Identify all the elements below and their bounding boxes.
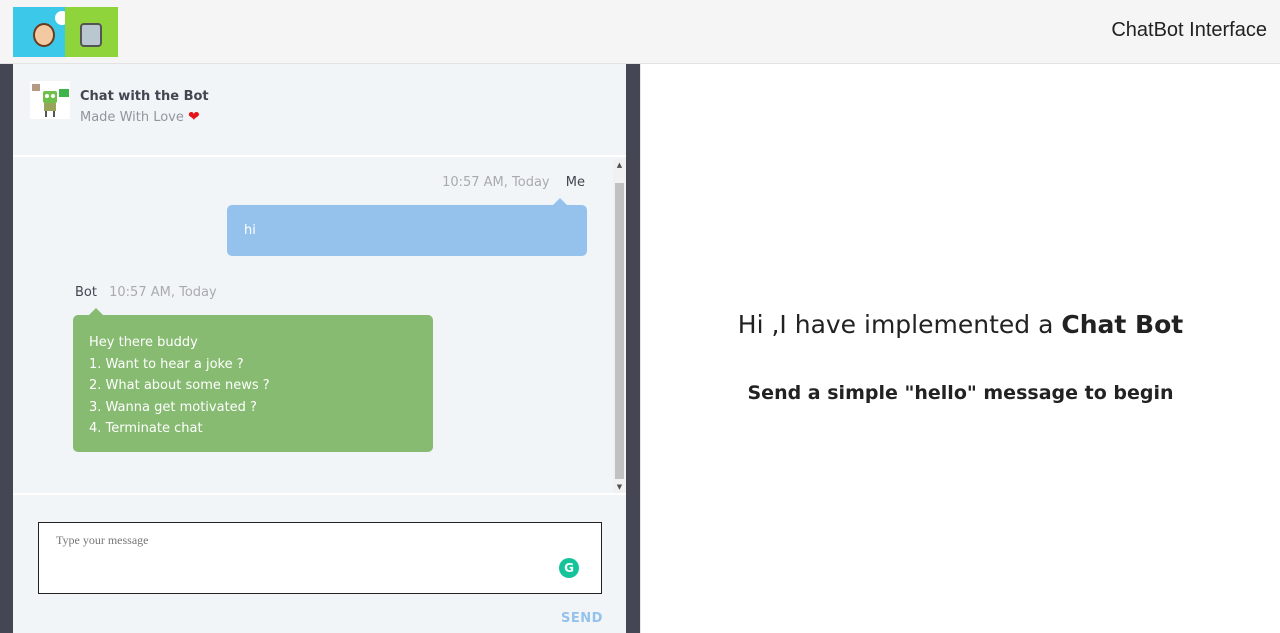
intro-title-prefix: Hi ,I have implemented a [737,310,1062,339]
message-line: 3. Wanna get motivated ? [89,399,257,415]
my-message-meta: 10:57 AM, Today Me [442,175,585,190]
chat-title: Chat with the Bot [80,89,209,104]
chat-subtitle: Made With Love ❤ [80,109,200,125]
subtitle-text: Made With Love [80,110,184,125]
intro-title: Hi ,I have implemented a Chat Bot [641,310,1280,339]
message-time: 10:57 AM, Today [442,175,550,190]
intro-subtitle: Send a simple "hello" message to begin [747,382,1174,404]
navbar: ChatBot Interface [0,0,1280,64]
message-input[interactable]: Type your message G [38,522,602,594]
chat-scrollbar[interactable]: ▲ ▼ [613,159,626,493]
message-composer: Type your message G SEND [13,493,626,633]
scroll-up-icon[interactable]: ▲ [613,159,626,171]
human-icon [13,7,69,57]
chat-header: Chat with the Bot Made With Love ❤ [13,64,626,157]
logo[interactable] [13,7,118,57]
message-line: Hey there buddy [89,335,198,350]
bot-message-meta: Bot 10:57 AM, Today [75,285,217,300]
message-line: 1. Want to hear a joke ? [89,356,244,372]
chat-history[interactable]: 10:57 AM, Today Me hi Bot 10:57 AM, Toda… [13,159,613,493]
message-text: hi [244,223,256,238]
robot-icon [65,7,118,57]
chat-panel: Chat with the Bot Made With Love ❤ 10:57… [13,64,626,633]
intro-panel: Hi ,I have implemented a Chat Bot Send a… [641,64,1280,633]
message-placeholder: Type your message [56,533,149,547]
my-message-bubble: hi [227,198,587,256]
message-time: 10:57 AM, Today [109,285,217,300]
bot-message-bubble: Hey there buddy 1. Want to hear a joke ?… [73,308,433,452]
scroll-down-icon[interactable]: ▼ [613,481,626,493]
scroll-thumb[interactable] [615,183,624,479]
send-button[interactable]: SEND [561,611,603,626]
bot-avatar-icon [30,81,70,119]
message-sender: Bot [75,285,97,300]
message-sender: Me [565,175,585,190]
heart-icon: ❤ [188,109,200,125]
app-title: ChatBot Interface [1111,19,1267,41]
intro-title-bold: Chat Bot [1061,310,1184,339]
message-line: 2. What about some news ? [89,378,270,393]
grammarly-icon[interactable]: G [559,558,579,578]
message-line: 4. Terminate chat [89,421,203,436]
